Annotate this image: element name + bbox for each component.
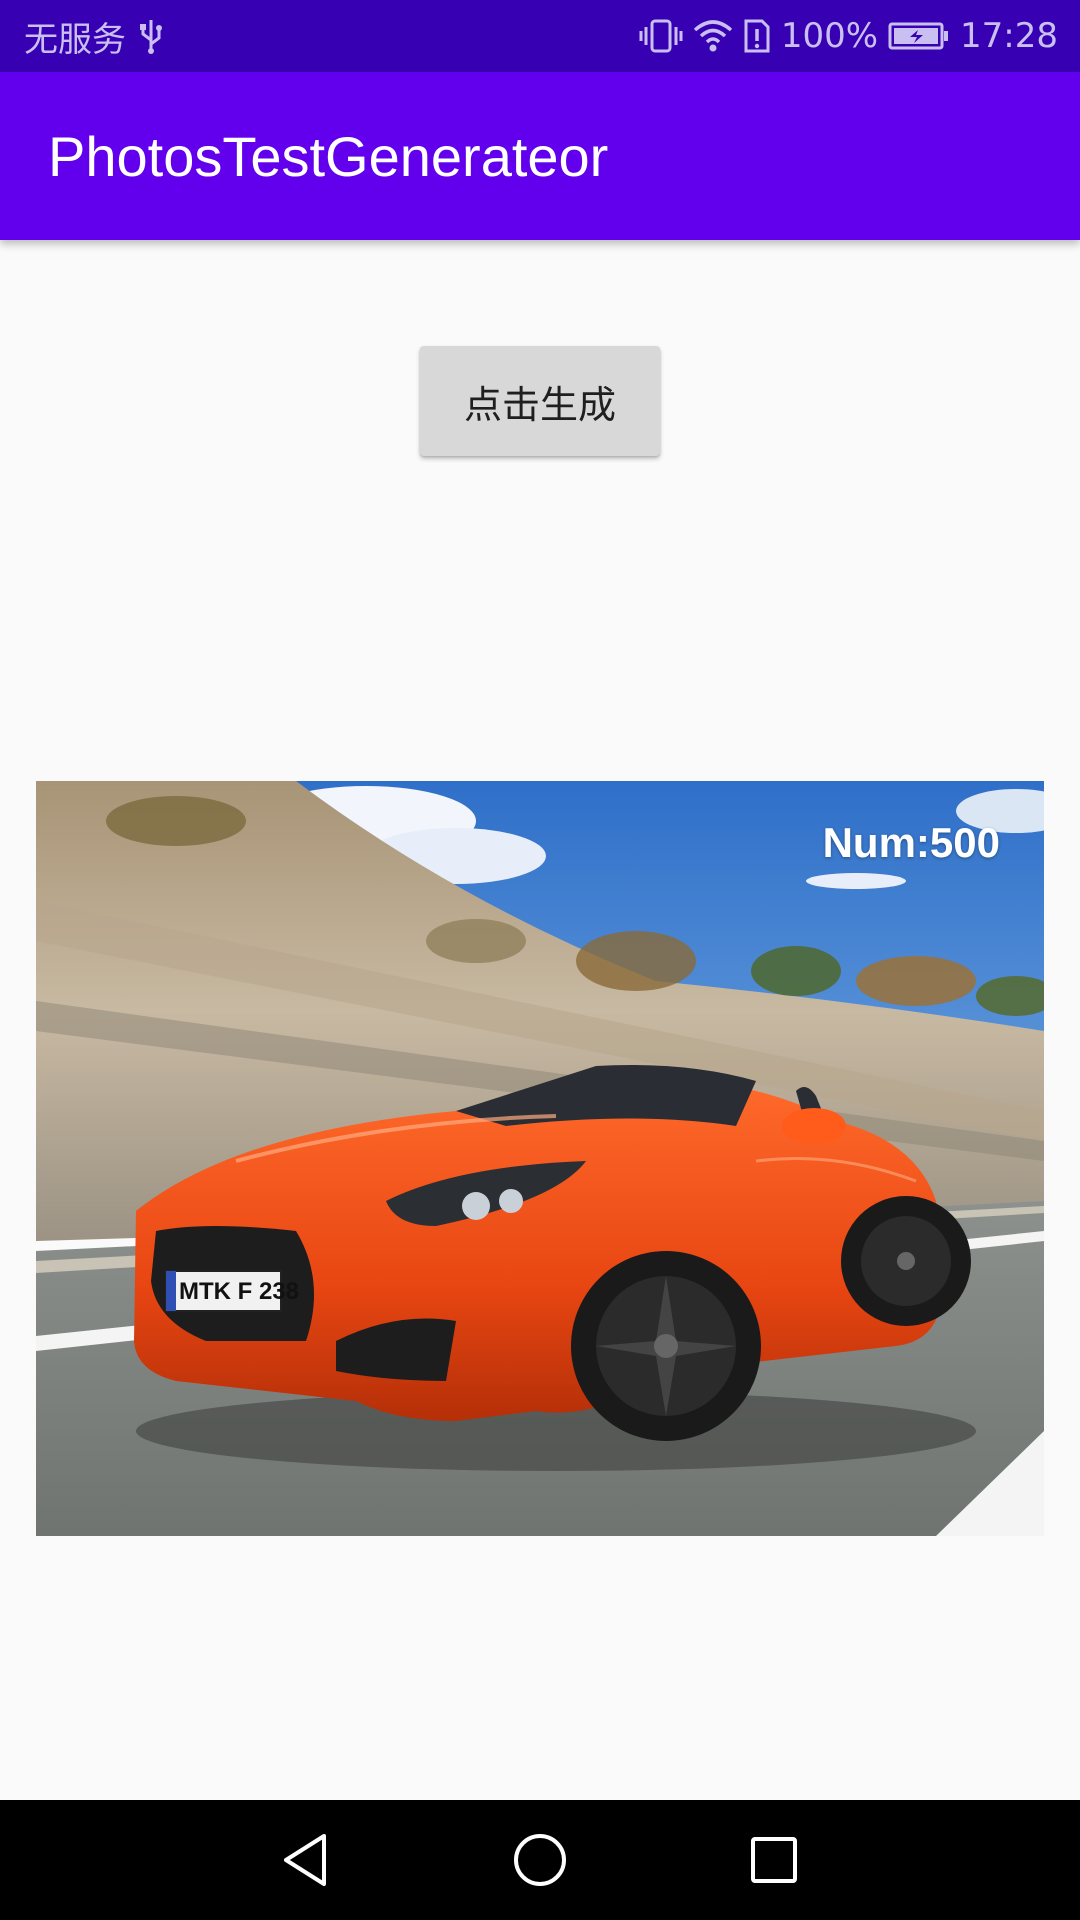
app-title: PhotosTestGenerateor: [48, 124, 609, 188]
sim-alert-icon: [743, 18, 771, 54]
back-icon[interactable]: [274, 1828, 338, 1892]
app-bar: PhotosTestGenerateor: [0, 72, 1080, 240]
carrier-text: 无服务: [24, 19, 126, 60]
wifi-icon: [693, 18, 733, 54]
clock: 17:28: [960, 16, 1058, 56]
generate-button[interactable]: 点击生成: [420, 346, 660, 456]
home-icon[interactable]: [508, 1828, 572, 1892]
navigation-bar: [0, 1800, 1080, 1920]
battery-charging-icon: [888, 21, 950, 51]
vibrate-icon: [639, 18, 683, 54]
recents-icon[interactable]: [742, 1828, 806, 1892]
car-photo: MTK F 238 Num:500: [36, 781, 1044, 1536]
license-plate-text: MTK F 238: [179, 1278, 299, 1305]
status-bar: 无服务 100% 17:28: [0, 0, 1080, 72]
usb-icon: [138, 18, 164, 54]
battery-percent: 100%: [780, 16, 879, 56]
photo-count-label: Num:500: [822, 819, 1000, 866]
